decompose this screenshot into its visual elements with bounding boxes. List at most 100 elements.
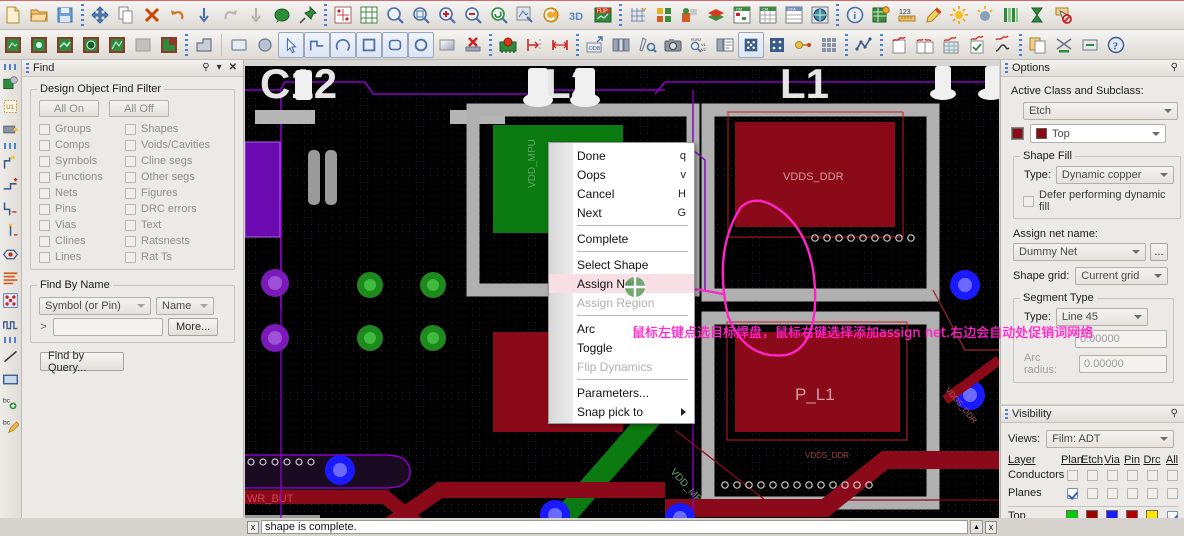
grid-green-icon[interactable] — [356, 2, 382, 28]
spacing-both-icon[interactable] — [547, 32, 573, 58]
planes-etch-checkbox[interactable] — [1082, 487, 1102, 499]
find-by-query-button[interactable]: Find by Query... — [40, 350, 124, 374]
checkbox[interactable] — [125, 203, 136, 215]
checkbox[interactable] — [39, 155, 50, 167]
conductors-etch-checkbox[interactable] — [1082, 469, 1102, 481]
checkbox[interactable] — [39, 187, 50, 199]
measure-123-icon[interactable]: 123 — [894, 2, 920, 28]
checkbox[interactable] — [125, 235, 136, 247]
active-subclass-select[interactable]: Top — [1030, 124, 1166, 143]
filter-figures[interactable]: Figures — [125, 187, 228, 199]
shape-path-icon[interactable] — [304, 31, 330, 58]
filter-ratsnests[interactable]: Ratsnests — [125, 235, 228, 247]
spreadsheet-icon[interactable] — [938, 32, 964, 58]
layers-stack-icon[interactable] — [703, 2, 729, 28]
checkbox[interactable] — [125, 155, 136, 167]
circle-icon[interactable] — [252, 32, 278, 58]
pin-column-header[interactable]: Pin — [1122, 454, 1142, 466]
planes-drc-checkbox[interactable] — [1142, 487, 1162, 499]
pin-icon[interactable]: ⚲ — [1171, 63, 1178, 73]
copy-doc-icon[interactable] — [1025, 32, 1051, 58]
rail-grip[interactable] — [3, 64, 18, 70]
shape-select-icon[interactable] — [78, 32, 104, 58]
line-width-input[interactable]: 0.00000 — [1075, 330, 1167, 348]
menu-item-toggle[interactable]: Toggle — [549, 338, 694, 357]
open-folder-icon[interactable] — [26, 2, 52, 28]
down-arrow-grey-icon[interactable] — [243, 2, 269, 28]
drc-column-header[interactable]: Drc — [1142, 454, 1162, 466]
pin-icon[interactable]: ⚲ — [1171, 409, 1178, 419]
shape-add-icon[interactable] — [0, 32, 26, 58]
checkbox[interactable] — [125, 219, 136, 231]
rail-grip[interactable] — [3, 143, 18, 149]
shape-corner-icon[interactable] — [156, 32, 182, 58]
dim-icon[interactable] — [972, 2, 998, 28]
checkbox[interactable] — [39, 171, 50, 183]
zoom-window-icon[interactable] — [408, 2, 434, 28]
menu-item-oops[interactable]: Oops v — [549, 165, 694, 184]
copy-icon[interactable] — [113, 2, 139, 28]
bus-route-icon[interactable] — [1, 266, 21, 289]
constraint-manager-icon[interactable] — [868, 2, 894, 28]
filter-comps[interactable]: Comps — [39, 139, 125, 151]
report-icon[interactable] — [712, 32, 738, 58]
more-button[interactable]: More... — [168, 318, 219, 336]
filter-symbols[interactable]: Symbols — [39, 155, 125, 167]
rail-grip[interactable] — [3, 337, 18, 343]
filter-nets[interactable]: Nets — [39, 187, 125, 199]
arc-icon[interactable] — [330, 31, 356, 58]
filter-vias[interactable]: Vias — [39, 219, 125, 231]
dfa-table-icon[interactable]: DFA — [781, 2, 807, 28]
zoom-select-icon[interactable] — [512, 2, 538, 28]
shape-void-icon[interactable] — [26, 32, 52, 58]
assign-net-browse-button[interactable]: ... — [1150, 243, 1168, 261]
zoom-refresh-icon[interactable] — [486, 2, 512, 28]
book-icon[interactable] — [912, 32, 938, 58]
spacing-left-icon[interactable] — [521, 32, 547, 58]
zoom-fit-icon[interactable] — [382, 2, 408, 28]
conductors-all-checkbox[interactable] — [1162, 469, 1182, 481]
planes-plan-checkbox[interactable] — [1062, 487, 1082, 499]
filter-clines[interactable]: Clines — [39, 235, 125, 247]
close-icon[interactable]: ✕ — [229, 63, 237, 73]
globe-grid-icon[interactable] — [807, 2, 833, 28]
zoom-in-icon[interactable] — [434, 2, 460, 28]
checkbox[interactable] — [125, 123, 136, 135]
filter-rat-ts[interactable]: Rat Ts — [125, 251, 228, 263]
all-column-header[interactable]: All — [1162, 454, 1182, 466]
context-menu[interactable]: Done q Oops v Cancel H Next G Complete S… — [548, 142, 695, 424]
select-arrow-icon[interactable] — [278, 31, 304, 58]
route-icon[interactable] — [1, 151, 21, 174]
hourglass-icon[interactable] — [1024, 2, 1050, 28]
info-icon[interactable]: i — [842, 2, 868, 28]
down-arrow-icon[interactable] — [191, 2, 217, 28]
signature-icon[interactable] — [990, 32, 1016, 58]
meander-icon[interactable] — [1, 312, 21, 335]
arc-radius-input[interactable]: 0.00000 — [1079, 355, 1167, 373]
expand-chevron-icon[interactable]: > — [39, 321, 48, 333]
filter-functions[interactable]: Functions — [39, 171, 125, 183]
segment-type-select[interactable]: Line 45 — [1055, 308, 1148, 326]
bowtie-icon[interactable] — [1051, 32, 1077, 58]
drc-icon[interactable] — [738, 31, 764, 58]
grid-toggle-icon[interactable] — [625, 2, 651, 28]
menu-item-next[interactable]: Next G — [549, 203, 694, 222]
undo-icon[interactable] — [165, 2, 191, 28]
redo-icon[interactable] — [217, 2, 243, 28]
menu-item-cancel[interactable]: Cancel H — [549, 184, 694, 203]
text-add-icon[interactable]: bc — [1, 391, 21, 414]
probe-icon[interactable]: R1R2 V1 V2 — [686, 32, 712, 58]
move-object-icon[interactable] — [1, 72, 21, 95]
symbol-u1-icon[interactable]: U1 — [1, 95, 21, 118]
shape-fill-type-select[interactable]: Dynamic copper — [1055, 166, 1174, 184]
filter-text[interactable]: Text — [125, 219, 228, 231]
polygon-shape-icon[interactable] — [191, 32, 217, 58]
delete-shape-icon[interactable] — [460, 32, 486, 58]
name-mode-select[interactable]: Name — [156, 297, 214, 315]
new-file-icon[interactable] — [0, 2, 26, 28]
checkbox[interactable] — [39, 235, 50, 247]
pin-icon[interactable]: ⚲ — [202, 63, 209, 73]
flip-design-icon[interactable]: FLIP — [590, 2, 616, 28]
filter-voids-cavities[interactable]: Voids/Cavities — [125, 139, 228, 151]
delete-x-icon[interactable] — [139, 2, 165, 28]
